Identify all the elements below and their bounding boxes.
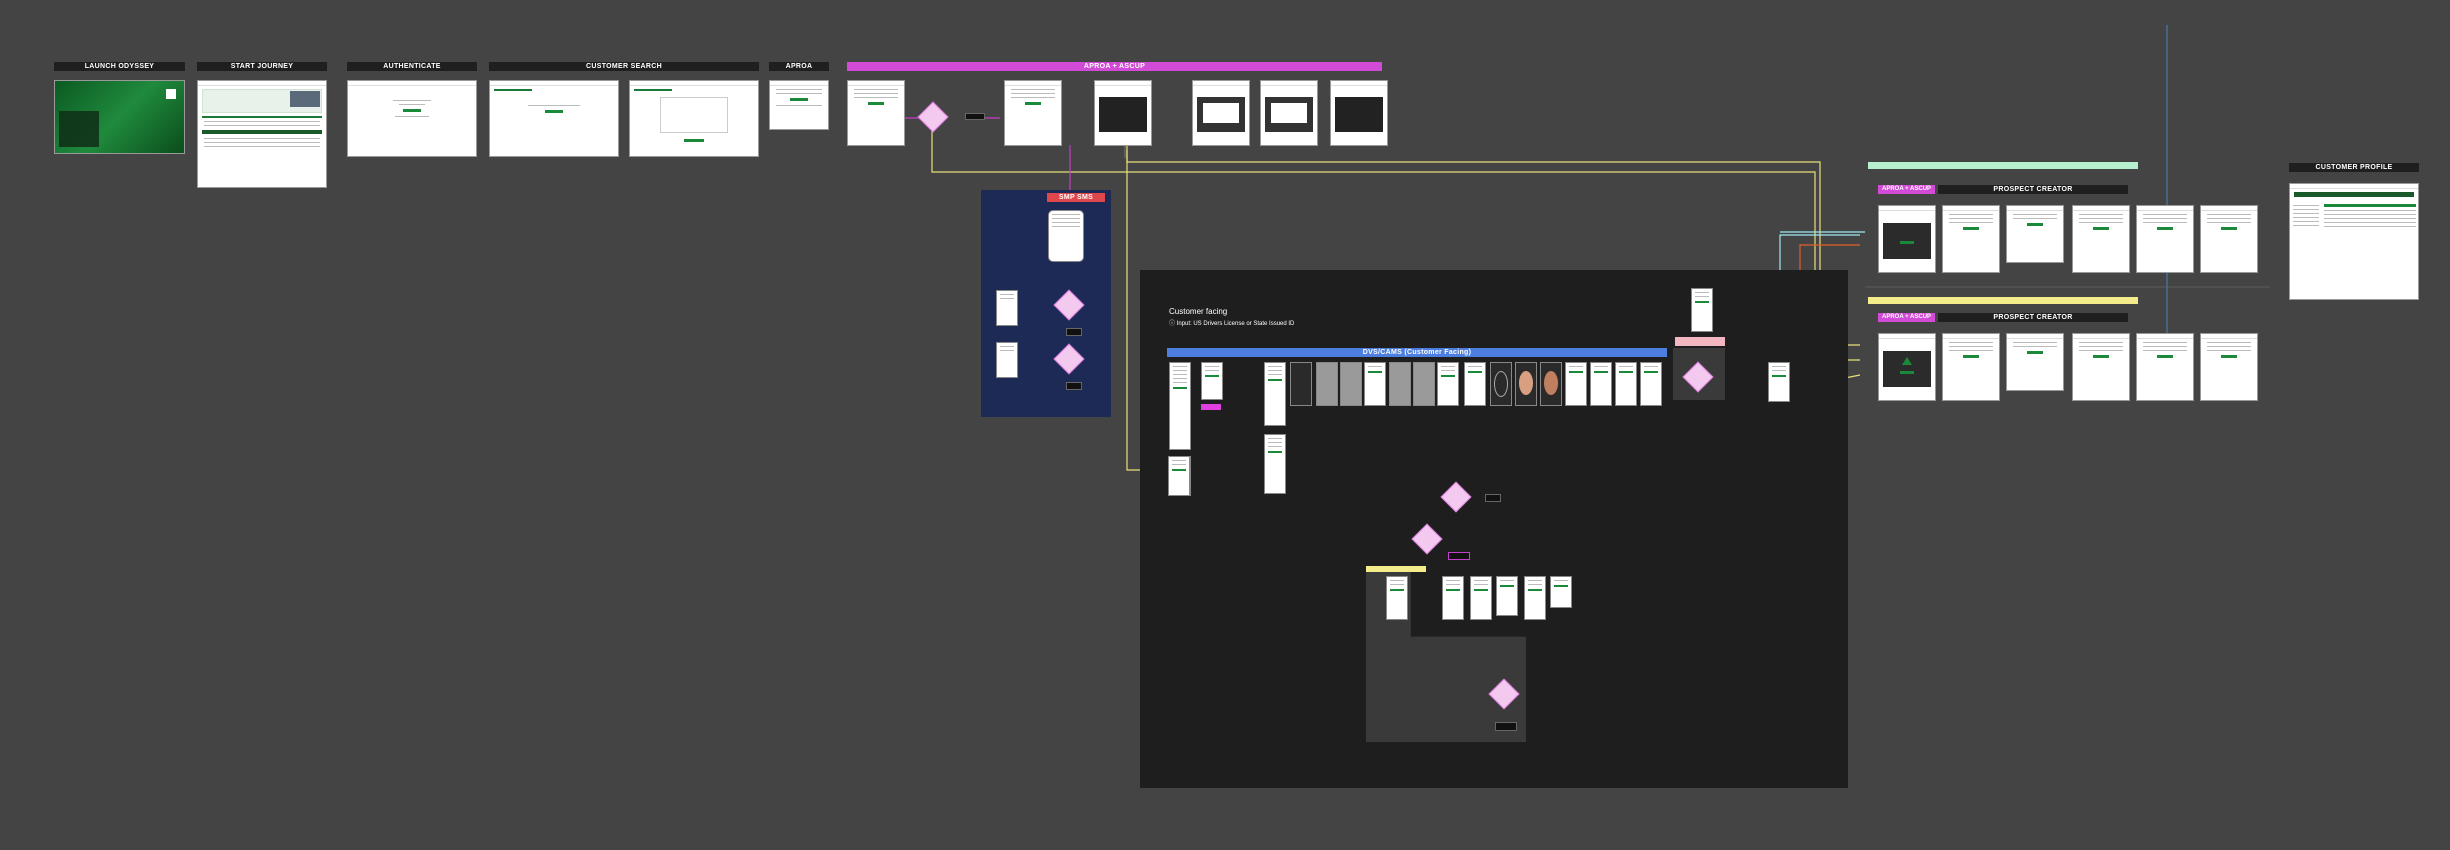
customer-facing-subtitle: ⓘ Input: US Drivers License or State Iss… (1169, 321, 1295, 327)
section-label-launch-odyssey: LAUNCH ODYSSEY (54, 62, 185, 71)
idv-selfie-face-1[interactable] (1515, 362, 1537, 406)
flow-note-box (965, 113, 985, 120)
prospect-screen-2-3[interactable] (2006, 333, 2064, 391)
screen-aproa[interactable] (769, 80, 829, 130)
idv-phone-11[interactable] (1640, 362, 1662, 406)
section-label-authenticate: AUTHENTICATE (347, 62, 477, 71)
idv-result-box-2 (1448, 552, 1470, 560)
prospect-title-2: PROSPECT CREATOR (1938, 313, 2128, 322)
idv-selfie-face-2[interactable] (1540, 362, 1562, 406)
idv-camera-screen-3[interactable] (1389, 362, 1411, 406)
section-label-aproa: APROA (769, 62, 829, 71)
subgroup-phone-3[interactable] (1470, 576, 1492, 620)
prospect-mint-bar (1868, 162, 2138, 169)
idv-phone-8[interactable] (1565, 362, 1587, 406)
screen-aproa-ascup-2[interactable] (1004, 80, 1062, 146)
idv-phone-4[interactable] (1290, 362, 1312, 406)
idv-decision-3 (1411, 523, 1443, 555)
screen-customer-search-1[interactable] (489, 80, 619, 157)
bank-logo-icon (166, 89, 176, 99)
prospect-screen-2-4[interactable] (2072, 333, 2130, 401)
idv-banner: DVS/CAMS (Customer Facing) (1167, 348, 1667, 357)
idv-phone-6[interactable] (1437, 362, 1459, 406)
prospect-screen-1-2[interactable] (1942, 205, 2000, 273)
sms-screen-2[interactable] (996, 342, 1018, 378)
screen-customer-profile[interactable] (2289, 183, 2419, 300)
idv-phone-9[interactable] (1590, 362, 1612, 406)
idv-camera-screen-1[interactable] (1316, 362, 1338, 406)
prospect-title-1: PROSPECT CREATOR (1938, 185, 2128, 194)
sms-banner: SMP SMS (1047, 193, 1105, 202)
idv-phone-2[interactable] (1201, 362, 1223, 400)
prospect-screen-1-1[interactable] (1878, 205, 1936, 273)
prospect-screen-1-4[interactable] (2072, 205, 2130, 273)
prospect-yellow-bar (1868, 297, 2138, 304)
section-label-start-journey: START JOURNEY (197, 62, 327, 71)
subgroup-phone-2[interactable] (1442, 576, 1464, 620)
prospect-screen-1-6[interactable] (2200, 205, 2258, 273)
screen-aproa-ascup-modal-1[interactable] (1094, 80, 1152, 146)
screen-start-journey[interactable] (197, 80, 327, 188)
design-canvas: LAUNCH ODYSSEY START JOURNEY AUTHENTICAT… (0, 0, 2450, 850)
idv-phone-13[interactable] (1264, 434, 1286, 494)
sms-result-box-2 (1066, 382, 1082, 390)
warning-icon (1901, 356, 1912, 365)
subgroup-phone-4[interactable] (1496, 576, 1518, 616)
screen-aproa-ascup-modal-4[interactable] (1330, 80, 1388, 146)
idv-phone-1[interactable] (1169, 362, 1191, 450)
side-phone-1[interactable] (1168, 456, 1190, 496)
subgroup-phone-5[interactable] (1524, 576, 1546, 620)
idv-phone-5[interactable] (1364, 362, 1386, 406)
app-grid-panel (59, 111, 99, 147)
customer-facing-title: Customer facing (1169, 307, 1228, 316)
idv-result-box-1 (1485, 494, 1501, 502)
idv-decision-2 (1440, 481, 1472, 513)
idv-phone-7[interactable] (1464, 362, 1486, 406)
prospect-screen-2-2[interactable] (1942, 333, 2000, 401)
screen-launch-odyssey[interactable] (54, 80, 185, 154)
idv-side-tag (1675, 337, 1725, 346)
prospect-screen-2-5[interactable] (2136, 333, 2194, 401)
screen-aproa-ascup-1[interactable] (847, 80, 905, 146)
sms-screen-1[interactable] (996, 290, 1018, 326)
screen-aproa-ascup-modal-2[interactable] (1192, 80, 1250, 146)
idv-status-tag (1201, 404, 1221, 410)
sms-decision-2 (1053, 343, 1085, 375)
idv-result-phone[interactable] (1768, 362, 1790, 402)
subgroup-phone-1[interactable] (1386, 576, 1408, 620)
idv-camera-screen-4[interactable] (1413, 362, 1435, 406)
idv-top-phone[interactable] (1691, 288, 1713, 332)
prospect-tag-2: APROA + ASCUP (1878, 313, 1936, 322)
screen-aproa-ascup-modal-3[interactable] (1260, 80, 1318, 146)
screen-authenticate[interactable] (347, 80, 477, 157)
idv-selfie-oval[interactable] (1490, 362, 1512, 406)
prospect-tag-1: APROA + ASCUP (1878, 185, 1936, 194)
yellow-subgroup-tag (1366, 566, 1426, 572)
prospect-screen-1-3[interactable] (2006, 205, 2064, 263)
subgroup-phone-6[interactable] (1550, 576, 1572, 608)
prospect-screen-1-5[interactable] (2136, 205, 2194, 273)
prospect-screen-2-6[interactable] (2200, 333, 2258, 401)
prospect-screen-2-1[interactable] (1878, 333, 1936, 401)
section-label-customer-search: CUSTOMER SEARCH (489, 62, 759, 71)
section-label-customer-profile: CUSTOMER PROFILE (2289, 163, 2419, 172)
sms-phone-mockup (1048, 210, 1084, 262)
idv-camera-screen-2[interactable] (1340, 362, 1362, 406)
sms-panel: SMP SMS (981, 190, 1111, 417)
idv-phone-10[interactable] (1615, 362, 1637, 406)
screen-customer-search-2[interactable] (629, 80, 759, 157)
sms-result-box-1 (1066, 328, 1082, 336)
sms-decision-1 (1053, 289, 1085, 321)
subgroup-result-box (1495, 722, 1517, 731)
hero-image (290, 91, 320, 107)
customer-facing-panel: Customer facing ⓘ Input: US Drivers Lice… (1140, 270, 1848, 788)
idv-phone-3[interactable] (1264, 362, 1286, 426)
section-label-aproa-ascup: APROA + ASCUP (847, 62, 1382, 71)
